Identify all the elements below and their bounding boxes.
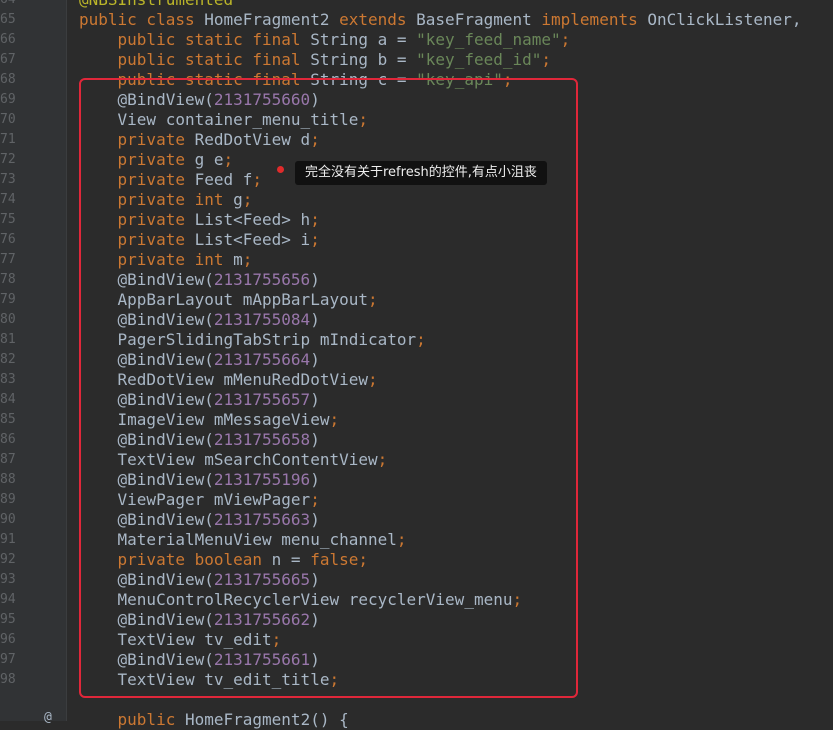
code-line: public class HomeFragment2 extends BaseF… — [79, 10, 801, 30]
code-token: ; — [560, 30, 571, 49]
code-token: ; — [541, 50, 552, 69]
code-token: public static final — [79, 30, 311, 49]
line-number: 87 — [0, 452, 16, 467]
line-number: 94 — [0, 592, 16, 607]
line-number: 64 — [0, 0, 20, 10]
code-token: String — [310, 50, 378, 69]
code-line: @NBSInstrumented — [79, 0, 233, 10]
code-token: implements — [541, 10, 648, 29]
line-number: 84 — [0, 392, 16, 407]
code-token: b = — [377, 50, 417, 69]
code-token: public class — [79, 10, 205, 29]
line-number: 81 — [0, 332, 16, 347]
line-number: 85 — [0, 412, 16, 427]
code-token: public static final — [79, 50, 311, 69]
code-token: extends — [339, 10, 417, 29]
annotation-dot-icon — [277, 166, 284, 173]
line-number: 90 — [0, 512, 16, 527]
line-number: 91 — [0, 532, 16, 547]
override-marker-icon[interactable]: @ — [44, 710, 52, 725]
gutter-separator — [66, 0, 67, 721]
line-number: 65 — [0, 12, 16, 27]
line-number: 98 — [0, 672, 16, 687]
line-number: 80 — [0, 312, 16, 327]
line-number: 82 — [0, 352, 16, 367]
line-number: 67 — [0, 52, 16, 67]
code-token: OnClickListener, — [647, 10, 802, 29]
line-number: 76 — [0, 232, 16, 247]
line-number: 72 — [0, 152, 16, 167]
line-number: 88 — [0, 472, 16, 487]
line-number: 83 — [0, 372, 16, 387]
annotation-tooltip: 完全没有关于refresh的控件,有点小沮丧 — [295, 161, 547, 185]
line-number: 70 — [0, 112, 16, 127]
code-token: "key_feed_name" — [416, 30, 561, 49]
line-number: 93 — [0, 572, 16, 587]
code-token: a = — [377, 30, 417, 49]
line-number: 77 — [0, 252, 16, 267]
line-number: 78 — [0, 272, 16, 287]
code-token: String — [310, 30, 378, 49]
line-number: 73 — [0, 172, 16, 187]
code-line: public static final String b = "key_feed… — [79, 50, 552, 70]
line-number: 66 — [0, 32, 16, 47]
line-number: 69 — [0, 92, 16, 107]
line-number: 74 — [0, 192, 16, 207]
line-number: 71 — [0, 132, 16, 147]
code-token: public — [79, 710, 185, 729]
code-token: "key_feed_id" — [416, 50, 542, 69]
line-number: 79 — [0, 292, 16, 307]
code-line: public HomeFragment2() { — [79, 710, 349, 730]
code-token: HomeFragment2() { — [184, 710, 349, 729]
code-line: public static final String a = "key_feed… — [79, 30, 571, 50]
line-number: 96 — [0, 632, 16, 647]
code-token: HomeFragment2 — [204, 10, 340, 29]
line-number: 97 — [0, 652, 16, 667]
line-number: 75 — [0, 212, 16, 227]
line-number: 68 — [0, 72, 16, 87]
line-number: 92 — [0, 552, 16, 567]
line-number: 86 — [0, 432, 16, 447]
code-token: @NBSInstrumented — [79, 0, 233, 9]
line-number: 89 — [0, 492, 16, 507]
line-number: 95 — [0, 612, 16, 627]
code-token: BaseFragment — [416, 10, 542, 29]
